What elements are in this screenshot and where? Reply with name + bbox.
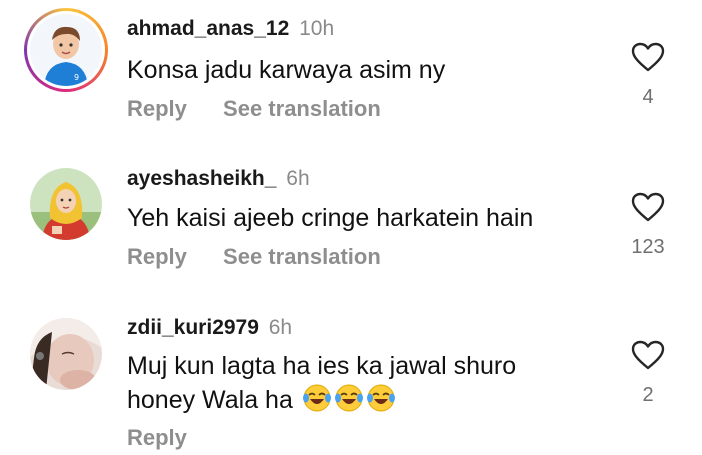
timestamp: 6h <box>268 316 293 339</box>
reply-button[interactable]: Reply <box>127 425 187 450</box>
comment-meta: ayeshasheikh_ 6h <box>127 167 310 191</box>
comment-text: Yeh kaisi ajeeb cringe harkatein hain <box>127 204 534 232</box>
reply-button[interactable]: Reply <box>127 96 187 121</box>
comment-text-line: Muj kun lagta ha ies ka jawal shuro <box>127 352 517 380</box>
see-translation-button[interactable]: See translation <box>223 96 381 121</box>
username[interactable]: ahmad_anas_12 <box>127 17 289 40</box>
like-control: 123 <box>626 192 670 259</box>
heart-icon[interactable] <box>631 192 665 222</box>
like-control: 4 <box>626 42 670 109</box>
laughing-tears-emoji-icon <box>302 383 332 413</box>
comment-meta: zdii_kuri2979 6h <box>127 316 292 340</box>
timestamp: 10h <box>299 17 335 40</box>
heart-icon[interactable] <box>631 340 665 370</box>
avatar-girl-hijab-icon <box>30 168 102 240</box>
comment-text-fragment: honey Wala ha <box>127 386 293 414</box>
reply-button[interactable]: Reply <box>127 244 187 269</box>
like-count: 123 <box>631 236 665 258</box>
username[interactable]: zdii_kuri2979 <box>127 316 259 339</box>
avatar[interactable]: 9 <box>30 14 102 86</box>
avatar[interactable] <box>30 318 102 390</box>
heart-icon[interactable] <box>631 42 665 72</box>
laughing-tears-emoji-icon <box>334 383 364 413</box>
like-control: 2 <box>626 340 670 407</box>
avatar[interactable] <box>30 168 102 240</box>
laughing-tears-emoji-icon <box>366 383 396 413</box>
comment-actions: Reply <box>127 425 187 451</box>
svg-text:9: 9 <box>74 73 79 82</box>
like-count: 4 <box>642 86 654 108</box>
comment-meta: ahmad_anas_12 10h <box>127 17 334 41</box>
avatar-boy-icon: 9 <box>30 14 102 86</box>
username[interactable]: ayeshasheikh_ <box>127 167 276 190</box>
comment-actions: Reply See translation <box>127 244 381 270</box>
like-count: 2 <box>642 384 654 406</box>
comment-item: 9 ahmad_anas_12 10h Konsa jadu karwaya a… <box>0 0 702 150</box>
comment-text: Muj kun lagta ha ies ka jawal shuro hone… <box>127 349 516 417</box>
comment-item: ayeshasheikh_ 6h Yeh kaisi ajeeb cringe … <box>0 150 702 300</box>
comment-text: Konsa jadu karwaya asim ny <box>127 56 446 84</box>
see-translation-button[interactable]: See translation <box>223 244 381 269</box>
comment-item: zdii_kuri2979 6h Muj kun lagta ha ies ka… <box>0 300 702 455</box>
avatar-photo-icon <box>30 318 102 390</box>
comment-text-line: honey Wala ha <box>127 383 516 417</box>
comment-actions: Reply See translation <box>127 96 381 122</box>
timestamp: 6h <box>286 167 310 190</box>
